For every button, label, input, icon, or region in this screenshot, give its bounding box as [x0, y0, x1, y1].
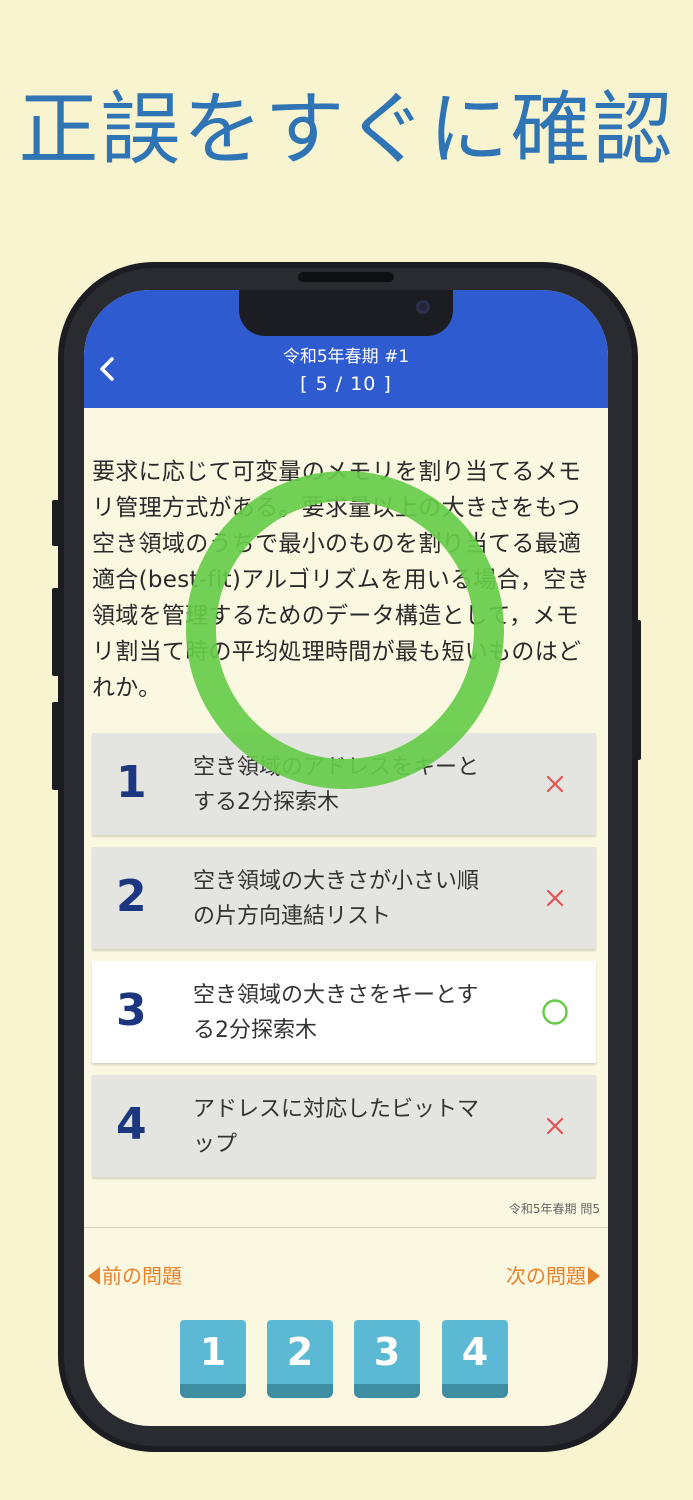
choice-text-line: 空き領域の大きさをキーとす — [193, 983, 479, 1008]
choice-text: アドレスに対応したビットマ ップ — [193, 1092, 513, 1162]
choice-2[interactable]: 2 空き領域の大きさが小さい順 の片方向連結リスト — [92, 847, 596, 949]
prev-question-label: 前の問題 — [102, 1264, 182, 1288]
quiz-title: 令和5年春期 #1 — [282, 347, 410, 367]
app-screen: 令和5年春期 #1 [ 5 / 10 ] 要求に応じて可変量のメモリを割り当てる… — [84, 290, 608, 1426]
camera-icon — [416, 300, 430, 314]
choice-text: 空き領域の大きさが小さい順 の片方向連結リスト — [193, 864, 513, 934]
question-text: 要求に応じて可変量のメモリを割り当てるメモリ管理方式がある。要求量以上の大きさを… — [92, 459, 590, 701]
answer-button-shadow — [267, 1384, 333, 1398]
volume-up-button — [52, 588, 60, 676]
navigation-bar: 令和5年春期 #1 [ 5 / 10 ] — [84, 290, 608, 408]
choice-text-line: 空き領域のアドレスをキーと — [193, 755, 480, 780]
earpiece-speaker — [298, 272, 394, 282]
choice-3[interactable]: 3 空き領域の大きさをキーとす る2分探索木 — [92, 961, 596, 1063]
silent-switch — [52, 500, 60, 546]
choice-text-line: アドレスに対応したビットマ — [193, 1097, 480, 1122]
choice-number: 3 — [116, 985, 147, 1036]
choice-number: 2 — [116, 871, 147, 922]
triangle-left-icon — [88, 1267, 100, 1285]
answer-button-label: 3 — [354, 1320, 420, 1384]
cross-icon — [546, 1117, 564, 1135]
divider — [84, 1227, 608, 1228]
choice-text-line: の片方向連結リスト — [193, 904, 392, 929]
circle-icon — [542, 999, 568, 1025]
answer-button-shadow — [442, 1384, 508, 1398]
volume-down-button — [52, 702, 60, 790]
headline: 正誤をすぐに確認 — [18, 83, 675, 176]
question-source: 令和5年春期 問5 — [508, 1202, 600, 1216]
choice-4[interactable]: 4 アドレスに対応したビットマ ップ — [92, 1075, 596, 1177]
choice-text-line: 空き領域の大きさが小さい順 — [193, 869, 480, 894]
choice-text: 空き領域のアドレスをキーと する2分探索木 — [193, 750, 513, 820]
choice-text: 空き領域の大きさをキーとす る2分探索木 — [193, 978, 513, 1048]
notch — [239, 290, 453, 336]
answer-button-3[interactable]: 3 — [354, 1320, 420, 1398]
answer-button-shadow — [354, 1384, 420, 1398]
choice-1[interactable]: 1 空き領域のアドレスをキーと する2分探索木 — [92, 733, 596, 835]
answer-button-label: 4 — [442, 1320, 508, 1384]
answer-button-label: 1 — [180, 1320, 246, 1384]
choice-text-line: ップ — [193, 1132, 238, 1157]
choice-text-line: する2分探索木 — [193, 790, 339, 815]
question-progress: [ 5 / 10 ] — [300, 373, 392, 395]
next-question-label: 次の問題 — [506, 1264, 586, 1288]
answer-button-2[interactable]: 2 — [267, 1320, 333, 1398]
choice-number: 1 — [116, 757, 147, 808]
power-button — [633, 620, 641, 760]
answer-button-4[interactable]: 4 — [442, 1320, 508, 1398]
triangle-right-icon — [588, 1267, 600, 1285]
prev-question-link[interactable]: 前の問題 — [88, 1260, 182, 1289]
cross-icon — [546, 889, 564, 907]
choice-number: 4 — [116, 1099, 147, 1150]
answer-button-label: 2 — [267, 1320, 333, 1384]
next-question-link[interactable]: 次の問題 — [506, 1260, 600, 1289]
cross-icon — [546, 775, 564, 793]
choice-text-line: る2分探索木 — [193, 1018, 317, 1043]
answer-button-shadow — [180, 1384, 246, 1398]
answer-button-1[interactable]: 1 — [180, 1320, 246, 1398]
